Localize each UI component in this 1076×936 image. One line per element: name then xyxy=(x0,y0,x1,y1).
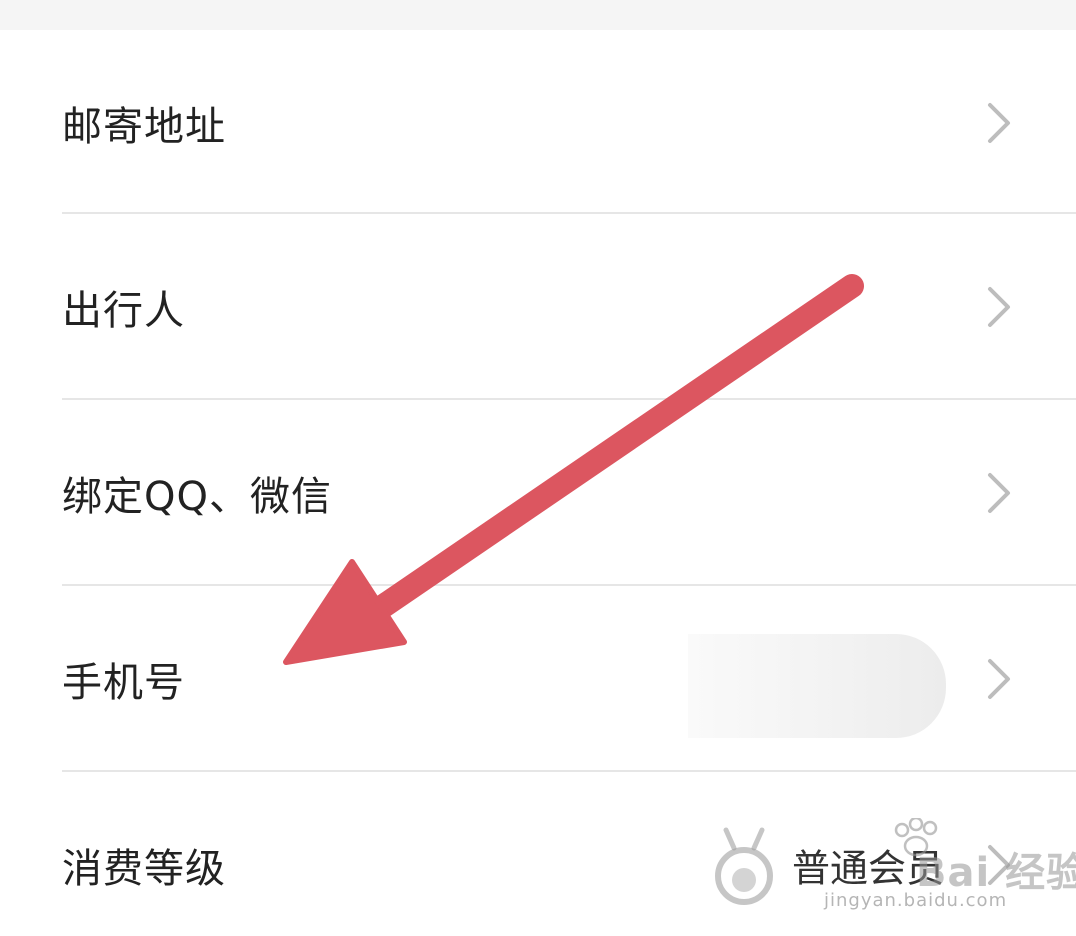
row-label-bind-qq-wechat: 绑定QQ、微信 xyxy=(62,474,332,520)
row-label-travelers: 出行人 xyxy=(62,288,185,334)
row-bind-qq-wechat[interactable]: 绑定QQ、微信 xyxy=(0,400,1076,586)
chevron-right-icon xyxy=(988,659,1010,699)
row-label-membership-level: 消费等级 xyxy=(62,846,226,892)
chevron-right-icon xyxy=(988,845,1010,885)
chevron-right-icon xyxy=(988,473,1010,513)
row-travelers[interactable]: 出行人 xyxy=(0,214,1076,400)
top-strip xyxy=(0,0,1076,30)
row-label-mailing-address: 邮寄地址 xyxy=(62,104,226,150)
row-mailing-address[interactable]: 邮寄地址 xyxy=(0,30,1076,216)
phone-number-redaction xyxy=(688,634,946,738)
row-label-phone-number: 手机号 xyxy=(62,660,185,706)
chevron-right-icon xyxy=(988,103,1010,143)
membership-level-value: 普通会员 xyxy=(791,846,944,891)
row-membership-level[interactable]: 消费等级 普通会员 xyxy=(0,772,1076,936)
settings-page: 邮寄地址 出行人 绑定QQ、微信 手机号 消费等级 普通会员 Bai 经验 ji… xyxy=(0,0,1076,936)
chevron-right-icon xyxy=(988,287,1010,327)
